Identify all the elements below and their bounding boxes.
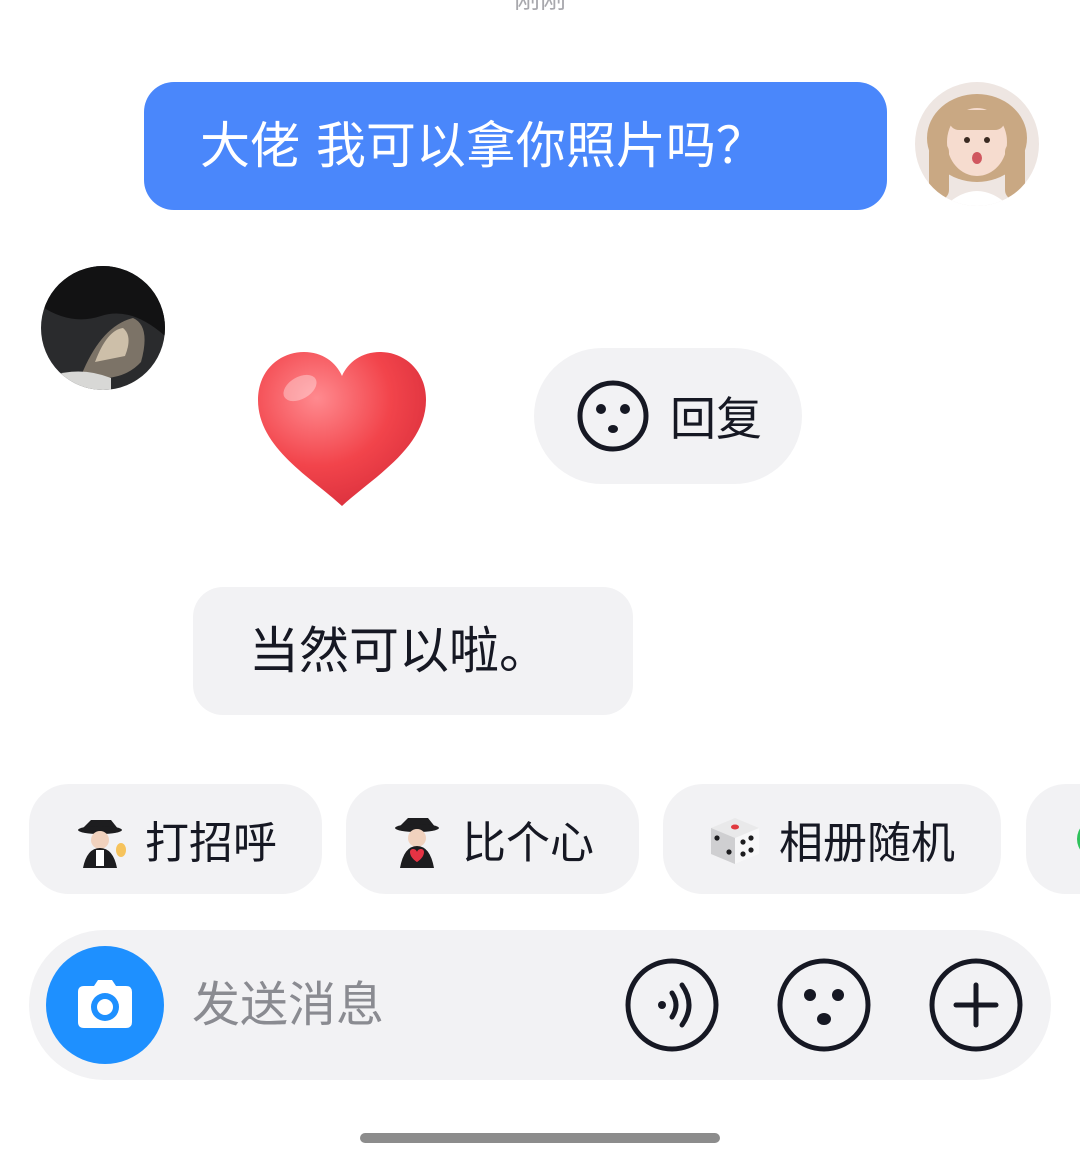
message-timestamp: 刚刚 <box>513 0 566 15</box>
emoji-icon[interactable] <box>776 957 872 1053</box>
voice-message-icon[interactable] <box>624 957 720 1053</box>
incoming-message-bubble[interactable]: 当然可以啦。 <box>193 587 633 715</box>
green-circle-emoji-icon <box>1077 828 1080 850</box>
quick-reply-wave[interactable]: 打招呼 <box>29 784 322 894</box>
quick-reply-bar: 打招呼 比个心 相册随机 <box>0 784 1080 894</box>
smiley-icon <box>577 380 649 452</box>
dice-emoji-icon <box>711 818 759 864</box>
quick-reply-more[interactable] <box>1026 784 1080 894</box>
waving-figure-emoji-icon <box>78 820 126 868</box>
camera-button[interactable] <box>46 946 164 1064</box>
quick-reply-label: 相册随机 <box>779 818 955 869</box>
contact-avatar[interactable] <box>41 266 165 390</box>
message-composer <box>29 930 1051 1080</box>
quick-reply-heart[interactable]: 比个心 <box>346 784 639 894</box>
quick-reply-label: 打招呼 <box>145 818 277 869</box>
heart-sticker[interactable] <box>252 348 432 510</box>
plus-icon[interactable] <box>928 957 1024 1053</box>
home-indicator[interactable] <box>360 1133 720 1143</box>
camera-icon <box>78 980 132 1028</box>
heart-figure-emoji-icon <box>395 818 439 868</box>
my-avatar[interactable] <box>915 82 1039 206</box>
reply-button-label: 回复 <box>670 392 762 446</box>
chat-screen: 刚刚 大佬 我可以拿你照片吗？ 回复 当然可以啦。 打招呼 比个心 相册随机 发… <box>0 0 1080 1163</box>
outgoing-message-bubble[interactable]: 大佬 我可以拿你照片吗？ <box>144 82 887 210</box>
reply-button[interactable]: 回复 <box>534 348 802 484</box>
message-input[interactable] <box>192 970 612 1040</box>
quick-reply-label: 比个心 <box>462 818 594 869</box>
quick-reply-random-photo[interactable]: 相册随机 <box>663 784 1001 894</box>
